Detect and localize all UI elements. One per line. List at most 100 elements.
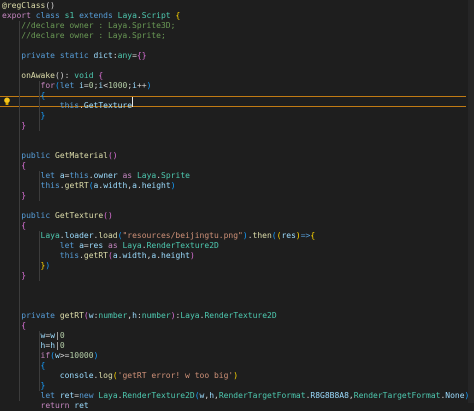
code-line[interactable]: {: [2, 161, 26, 171]
code-token: RenderTexture2D: [204, 310, 277, 320]
code-line[interactable]: Laya.loader.load("resources/beijingtu.pn…: [2, 230, 316, 241]
code-token: }: [40, 380, 46, 390]
code-token: getRT: [83, 250, 108, 260]
code-token: (): [103, 210, 113, 220]
code-token: None: [445, 390, 465, 400]
code-token: export: [2, 10, 31, 20]
code-token: getRT: [64, 180, 89, 190]
code-token: R8G8B8A8: [310, 390, 349, 400]
code-token: owner: [93, 170, 118, 180]
code-token: for: [40, 80, 55, 90]
vertical-scrollbar[interactable]: [468, 0, 474, 403]
code-token: //declare owner : Laya.Sprite;: [2, 30, 166, 40]
code-token: }: [40, 110, 46, 120]
code-line[interactable]: @regClass(): [2, 1, 55, 11]
code-line[interactable]: export class s1 extends Laya.Script {: [2, 11, 180, 21]
code-token: Laya: [180, 310, 200, 320]
code-line[interactable]: //declare owner : Laya.Sprite3D;: [2, 21, 175, 31]
code-token: @regClass: [2, 0, 46, 10]
code-token: Laya: [117, 10, 137, 20]
code-token: this: [59, 250, 80, 260]
code-line[interactable]: let a=this.owner as Laya.Sprite: [2, 171, 190, 181]
code-token: {: [40, 90, 46, 100]
code-line[interactable]: private static dict:any={}: [2, 50, 146, 61]
code-token: ): [146, 80, 152, 90]
code-line[interactable]: return ret: [2, 401, 89, 411]
code-token: width: [103, 180, 128, 190]
code-token: Sprite: [161, 170, 190, 180]
code-token: {: [21, 160, 27, 170]
code-token: Laya: [136, 170, 157, 180]
code-line[interactable]: {: [2, 321, 26, 331]
code-token: onAwake: [21, 70, 55, 80]
code-line[interactable]: this.getRT(a.width,a.height): [2, 251, 195, 261]
code-token: 1000: [108, 80, 128, 90]
code-token: private: [21, 50, 55, 60]
code-token: {: [310, 230, 316, 240]
code-token: void: [74, 70, 94, 80]
code-token: return: [40, 400, 70, 410]
code-line[interactable]: }: [2, 380, 46, 391]
code-line[interactable]: }: [2, 121, 26, 131]
code-token: loader: [64, 230, 94, 240]
code-line[interactable]: for(let i=0;i<1000;i++): [2, 80, 152, 91]
code-line[interactable]: }: [2, 110, 46, 121]
code-line[interactable]: {: [2, 361, 46, 371]
code-token: RenderTargetFormat: [353, 390, 441, 400]
code-line[interactable]: let ret=new Laya.RenderTexture2D(w,h,Ren…: [2, 390, 470, 401]
code-token: =>: [300, 230, 311, 240]
lightbulb-icon[interactable]: [3, 97, 11, 106]
code-line[interactable]: }: [2, 191, 26, 201]
code-token: "resources/beijingtu.png": [122, 230, 243, 240]
code-line[interactable]: public GetMaterial(): [2, 150, 118, 161]
code-line[interactable]: w=w|0: [2, 331, 65, 341]
code-token: Laya: [122, 240, 142, 250]
code-line[interactable]: public GetTexture(): [2, 211, 113, 221]
code-token: number: [98, 310, 128, 320]
code-line[interactable]: }: [2, 271, 26, 281]
code-token: number: [141, 310, 171, 320]
code-token: this: [69, 170, 89, 180]
code-line[interactable]: }): [2, 261, 51, 271]
code-token: any: [117, 50, 133, 60]
code-token: public: [21, 150, 51, 160]
code-token: private: [21, 310, 55, 320]
code-token: res: [88, 240, 104, 250]
code-line[interactable]: //declare owner : Laya.Sprite;: [2, 31, 166, 41]
code-line[interactable]: let a=res as Laya.RenderTexture2D: [2, 241, 219, 251]
code-token: 'getRT error! w too big': [117, 370, 234, 380]
code-line[interactable]: this.GetTexture: [2, 101, 132, 111]
code-line[interactable]: if(w>=10000): [2, 351, 99, 361]
code-line[interactable]: onAwake(): void {: [2, 71, 103, 81]
code-token: class: [30, 10, 65, 20]
code-line[interactable]: {: [2, 221, 26, 231]
code-token: {: [21, 220, 27, 230]
code-token: (): [107, 150, 118, 160]
code-token: as: [108, 240, 118, 250]
code-token: }: [21, 270, 27, 280]
code-token: RenderTargetFormat: [218, 390, 306, 400]
code-line[interactable]: console.log('getRT error! w too big'): [2, 371, 238, 381]
code-line[interactable]: [2, 291, 31, 301]
code-editor[interactable]: @regClass() export class s1 extends Laya.…: [0, 0, 474, 410]
code-line[interactable]: this.getRT(a.width,a.height): [2, 181, 176, 191]
code-token: 0: [59, 330, 65, 340]
code-line[interactable]: h=h|0: [2, 341, 65, 351]
code-line[interactable]: private getRT(w:number,h:number):Laya.Re…: [2, 310, 277, 321]
